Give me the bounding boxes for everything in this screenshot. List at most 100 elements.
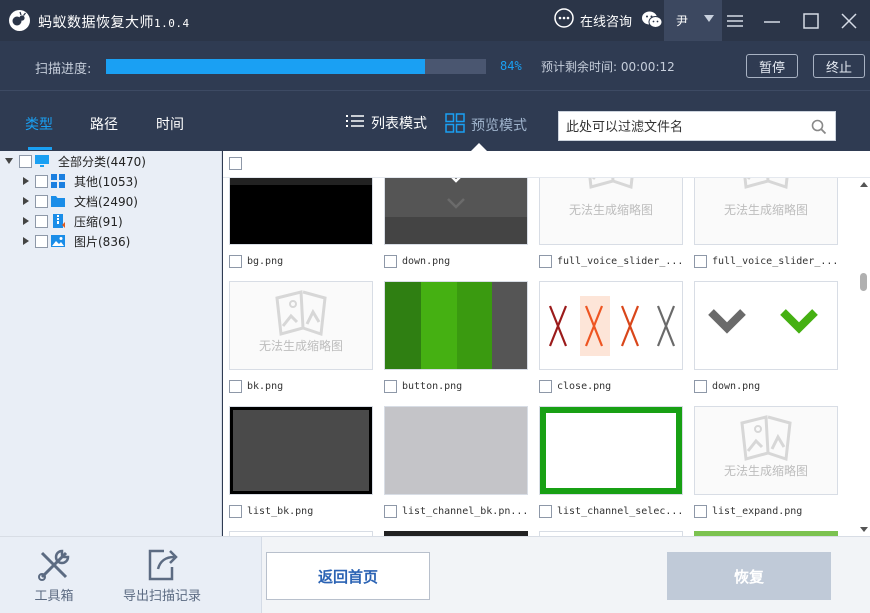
file-checkbox[interactable] — [384, 254, 397, 268]
file-checkbox[interactable] — [694, 254, 707, 268]
file-checkbox[interactable] — [694, 504, 707, 518]
file-thumbnail[interactable] — [694, 281, 838, 370]
tree-item-label: 图片(836) — [74, 234, 131, 249]
stop-button[interactable]: 终止 — [813, 54, 865, 78]
toolbox-button[interactable]: 工具箱 — [34, 545, 74, 604]
scroll-up-icon[interactable] — [860, 182, 868, 187]
maximize-icon[interactable] — [801, 11, 821, 31]
expand-right-icon[interactable] — [23, 177, 29, 185]
active-mode-pointer — [471, 143, 487, 151]
toolbox-label: 工具箱 — [34, 589, 74, 604]
grid-scrollbar[interactable] — [857, 178, 870, 536]
tree-item-other[interactable]: 其他(1053) — [23, 171, 138, 191]
file-checkbox[interactable] — [384, 504, 397, 518]
back-to-home-button[interactable]: 返回首页 — [266, 552, 430, 600]
scan-progress-fill — [106, 59, 426, 74]
minimize-icon[interactable] — [762, 11, 782, 31]
preview-mode-button[interactable]: 预览模式 — [445, 113, 527, 137]
file-thumbnail[interactable] — [539, 281, 683, 370]
file-preview-grid: bg.png down.png 无法生成缩略图 full_voice_slide… — [223, 151, 870, 536]
file-checkbox[interactable] — [539, 504, 552, 518]
file-caption: list_channel_bk.pn... — [384, 503, 538, 519]
file-thumbnail[interactable] — [384, 281, 528, 370]
list-mode-button[interactable]: 列表模式 — [345, 113, 427, 133]
no-thumbnail-text: 无法生成缩略图 — [258, 339, 343, 353]
file-name: list_channel_selec... — [557, 505, 684, 517]
file-thumbnail[interactable] — [384, 406, 528, 495]
scan-progress-percent: 84% — [500, 59, 522, 73]
app-window: 蚂蚁数据恢复大师1.0.4 在线咨询 尹 扫描进度: 84% 预计剩余时间: 0… — [0, 0, 870, 613]
wechat-icon[interactable] — [641, 10, 663, 30]
close-icon[interactable] — [839, 11, 859, 31]
file-checkbox[interactable] — [229, 504, 242, 518]
expand-down-icon[interactable] — [5, 158, 13, 164]
file-thumbnail[interactable]: 无法生成缩略图 — [229, 281, 373, 370]
tab-type[interactable]: 类型 — [25, 114, 53, 134]
tree-item-documents[interactable]: 文档(2490) — [23, 191, 138, 211]
search-input[interactable] — [566, 118, 806, 136]
expand-right-icon[interactable] — [23, 237, 29, 245]
title-bar: 蚂蚁数据恢复大师1.0.4 在线咨询 尹 — [0, 0, 870, 41]
recover-button[interactable]: 恢复 — [667, 552, 831, 600]
file-checkbox[interactable] — [694, 379, 707, 393]
user-menu[interactable]: 尹 — [664, 0, 722, 41]
tree-root-checkbox[interactable] — [19, 154, 32, 168]
file-thumbnail[interactable] — [229, 406, 373, 495]
select-all-checkbox[interactable] — [229, 157, 242, 170]
tree-item-checkbox[interactable] — [35, 194, 48, 208]
file-name: full_voice_slider_... — [712, 255, 839, 267]
monitor-icon — [34, 153, 50, 169]
grid-header — [223, 151, 870, 178]
file-name: down.png — [402, 255, 451, 267]
no-thumbnail-text: 无法生成缩略图 — [723, 464, 808, 478]
file-checkbox[interactable] — [539, 379, 552, 393]
menu-icon[interactable] — [725, 11, 745, 31]
tree-item-checkbox[interactable] — [35, 214, 48, 228]
category-tree: 全部分类(4470) 其他(1053) 文档(2490) 压缩(91) 图片(8… — [0, 151, 222, 536]
list-icon — [345, 113, 365, 133]
tree-item-checkbox[interactable] — [35, 234, 48, 248]
file-caption: full_voice_slider_... — [694, 253, 848, 269]
file-name: button.png — [402, 380, 463, 392]
tree-root[interactable]: 全部分类(4470) — [5, 151, 146, 171]
file-name: list_bk.png — [247, 505, 314, 517]
pause-button[interactable]: 暂停 — [746, 54, 798, 78]
scroll-thumb[interactable] — [860, 273, 867, 291]
preview-grid-icon — [445, 113, 465, 137]
file-checkbox[interactable] — [384, 379, 397, 393]
file-name: bk.png — [247, 380, 284, 392]
tree-item-archives[interactable]: 压缩(91) — [23, 211, 123, 231]
file-name: bg.png — [247, 255, 284, 267]
folder-icon — [50, 193, 66, 209]
grid-icon — [50, 173, 66, 189]
file-caption: bk.png — [229, 378, 383, 394]
expand-right-icon[interactable] — [23, 217, 29, 225]
scan-progress-label: 扫描进度: — [35, 62, 92, 77]
scroll-down-icon[interactable] — [860, 527, 868, 532]
file-caption: button.png — [384, 378, 538, 394]
expand-right-icon[interactable] — [23, 197, 29, 205]
ant-logo-icon — [9, 10, 30, 31]
search-icon[interactable] — [811, 119, 827, 135]
broken-image-icon — [740, 415, 792, 462]
file-name: close.png — [557, 380, 612, 392]
tree-item-images[interactable]: 图片(836) — [23, 231, 130, 251]
file-thumbnail[interactable] — [539, 406, 683, 495]
chevron-sprite-icon — [708, 309, 818, 334]
file-checkbox[interactable] — [229, 379, 242, 393]
online-consult-label: 在线咨询 — [580, 14, 633, 30]
user-name: 尹 — [676, 14, 689, 28]
file-name: list_channel_bk.pn... — [402, 505, 529, 517]
tab-path[interactable]: 路径 — [90, 114, 118, 134]
app-title: 蚂蚁数据恢复大师1.0.4 — [38, 12, 190, 32]
tab-time[interactable]: 时间 — [156, 114, 184, 134]
file-caption: down.png — [384, 253, 538, 269]
file-caption: close.png — [539, 378, 693, 394]
broken-image-icon — [275, 290, 327, 337]
file-checkbox[interactable] — [539, 254, 552, 268]
online-consult-button[interactable]: 在线咨询 — [554, 8, 633, 30]
file-thumbnail[interactable]: 无法生成缩略图 — [694, 406, 838, 495]
export-scan-record-button[interactable]: 导出扫描记录 — [123, 545, 201, 604]
file-checkbox[interactable] — [229, 254, 242, 268]
tree-item-checkbox[interactable] — [35, 174, 48, 188]
